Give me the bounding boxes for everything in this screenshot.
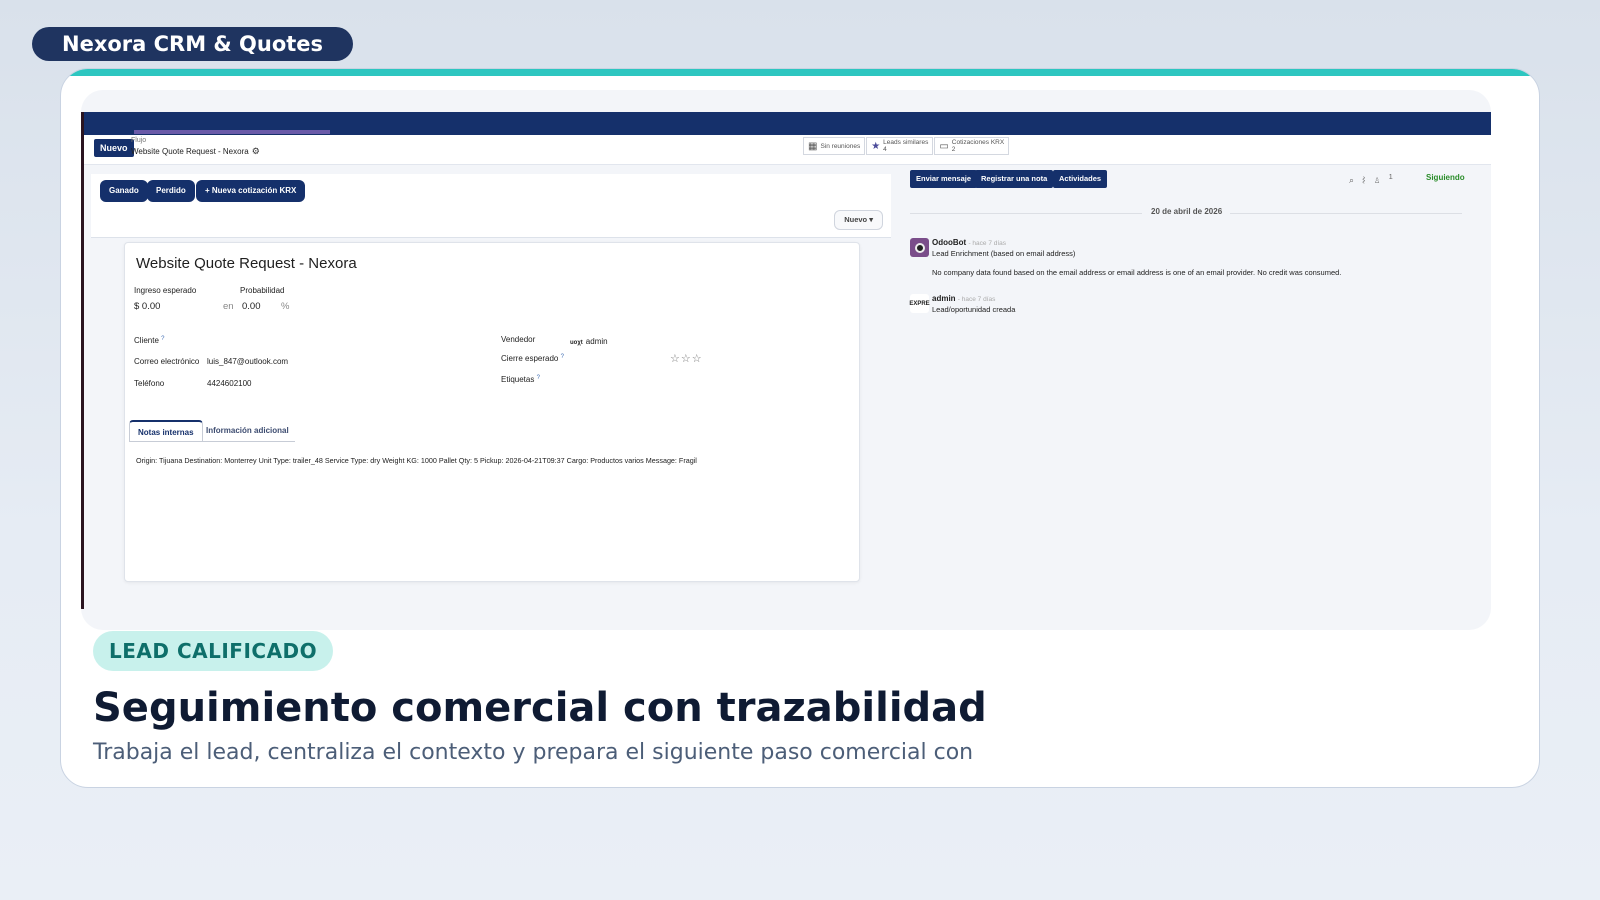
message-body: No company data found based on the email… (932, 268, 1342, 277)
date-separator: 20 de abril de 2026 (910, 207, 1462, 219)
smart-button-meetings[interactable]: ▦ Sin reuniones (803, 137, 866, 155)
avatar: uoχt (570, 340, 583, 346)
smart-button-similar-leads[interactable]: ★ Leads similares 4 (866, 137, 934, 155)
chatter-panel: Enviar mensaje Registrar una nota Activi… (909, 170, 1482, 370)
lead-form-sheet: Website Quote Request - Nexora Ingreso e… (124, 242, 860, 582)
form-statusbar: Ganado Perdido + Nueva cotización KRX Nu… (91, 174, 891, 238)
probability-field[interactable]: 0.00 (242, 301, 261, 312)
message-author: admin - hace 7 días (932, 294, 995, 303)
phone-field[interactable]: 4424602100 (207, 379, 252, 388)
salesperson-label: Vendedor (501, 335, 536, 344)
salesperson-name: admin (585, 337, 608, 346)
send-message-button[interactable]: Enviar mensaje (910, 170, 978, 188)
smart-button-label: Leads similares (883, 139, 929, 146)
avatar (910, 238, 929, 257)
avatar: EXPRE (909, 294, 930, 313)
message-body: Lead Enrichment (based on email address) (932, 249, 1076, 258)
expected-revenue-label: Ingreso esperado (134, 286, 197, 295)
chatter-tools: ⌕⌇♙1 (1349, 172, 1401, 186)
stage-dropdown[interactable]: Nuevo ▾ (834, 210, 883, 230)
following-button[interactable]: Siguiendo (1426, 173, 1465, 182)
activities-button[interactable]: Actividades (1053, 170, 1108, 188)
control-panel: Nuevo Flujo Website Quote Request - Nexo… (84, 135, 1491, 165)
lost-button[interactable]: Perdido (147, 180, 195, 202)
breadcrumb-current: Website Quote Request - Nexora ⚙ (131, 146, 260, 157)
breadcrumb-parent[interactable]: Flujo (131, 137, 146, 144)
salesperson-field[interactable]: uoχt admin (570, 337, 608, 346)
message-time: - hace 7 días (957, 296, 996, 303)
tab-internal-notes[interactable]: Notas internas (129, 420, 203, 442)
star-outline-icon[interactable]: ☆ (692, 353, 703, 365)
smart-button-label: Sin reuniones (820, 142, 861, 150)
star-icon: ★ (871, 140, 881, 152)
date-separator-label: 20 de abril de 2026 (1151, 207, 1223, 216)
tags-label-text: Etiquetas (501, 375, 535, 384)
message-author-name: OdooBot (932, 238, 967, 247)
probability-unit: % (281, 301, 290, 312)
log-note-button[interactable]: Registrar una nota (975, 170, 1054, 188)
expected-close-label: Cierre esperado ? (501, 354, 564, 363)
app-title-pill: Nexora CRM & Quotes (32, 27, 354, 61)
internal-notes-field[interactable]: Origin: Tijuana Destination: Monterrey U… (136, 456, 697, 465)
help-icon[interactable]: ? (161, 336, 164, 342)
new-record-button[interactable]: Nuevo (94, 139, 134, 157)
separator-line (1230, 213, 1462, 214)
help-icon[interactable]: ? (537, 375, 540, 381)
lead-title[interactable]: Website Quote Request - Nexora (136, 255, 357, 272)
tags-label: Etiquetas ? (501, 375, 540, 384)
smart-button-quotes[interactable]: ▭ Cotizaciones KRX 2 (934, 137, 1010, 155)
odoobot-icon (914, 242, 925, 253)
money-icon: ▭ (939, 140, 949, 152)
message-author: OdooBot - hace 7 días (932, 238, 1006, 247)
message-body: Lead/oportunidad creada (932, 305, 1016, 314)
accent-bar (61, 69, 1539, 76)
search-icon[interactable]: ⌕ (1349, 175, 1362, 185)
calendar-icon: ▦ (808, 140, 818, 152)
customer-label-text: Cliente (134, 336, 159, 345)
smart-button-count: 4 (883, 146, 887, 153)
email-field[interactable]: luis_847@outlook.com (207, 357, 288, 366)
smart-buttons: ▦ Sin reuniones ★ Leads similares 4 ▭ Co… (803, 137, 1010, 155)
gear-icon[interactable]: ⚙ (252, 146, 260, 156)
priority-stars[interactable]: ☆☆☆ (670, 352, 703, 365)
tab-additional-info[interactable]: Información adicional (198, 420, 297, 442)
separator-line (910, 213, 1142, 214)
smart-button-label: Cotizaciones KRX (951, 139, 1005, 146)
probability-label: Probabilidad (240, 286, 285, 295)
probability-prefix: en (223, 301, 234, 312)
status-badge: LEAD CALIFICADO (93, 631, 334, 671)
help-icon[interactable]: ? (561, 354, 564, 360)
followers-count: 1 (1388, 172, 1401, 181)
feature-card: Nuevo Flujo Website Quote Request - Nexo… (60, 68, 1540, 788)
customer-label: Cliente ? (134, 336, 164, 345)
headline: Seguimiento comercial con trazabilidad (93, 685, 987, 731)
star-outline-icon[interactable]: ☆ (670, 353, 681, 365)
new-quote-button[interactable]: + Nueva cotización KRX (196, 180, 306, 202)
star-outline-icon[interactable]: ☆ (681, 353, 692, 365)
form-tabs: Notas internas Información adicional (129, 420, 309, 442)
expected-close-label-text: Cierre esperado (501, 354, 559, 363)
tab-divider (129, 441, 295, 442)
crm-screenshot: Nuevo Flujo Website Quote Request - Nexo… (81, 90, 1491, 630)
message-time: - hace 7 días (968, 240, 1007, 247)
won-button[interactable]: Ganado (100, 180, 148, 202)
followers-icon[interactable]: ♙1 (1373, 172, 1401, 185)
subheadline: Trabaja el lead, centraliza el contexto … (93, 740, 974, 765)
message-author-name: admin (932, 294, 956, 303)
phone-label: Teléfono (134, 379, 165, 388)
breadcrumb-current-label: Website Quote Request - Nexora (131, 147, 249, 156)
email-label: Correo electrónico (134, 357, 200, 366)
screenshot-edge (81, 112, 84, 609)
paperclip-icon[interactable]: ⌇ (1362, 175, 1373, 185)
smart-button-count: 2 (951, 146, 956, 153)
expected-revenue-field[interactable]: $ 0.00 (134, 301, 160, 312)
pill-underline (134, 130, 330, 134)
